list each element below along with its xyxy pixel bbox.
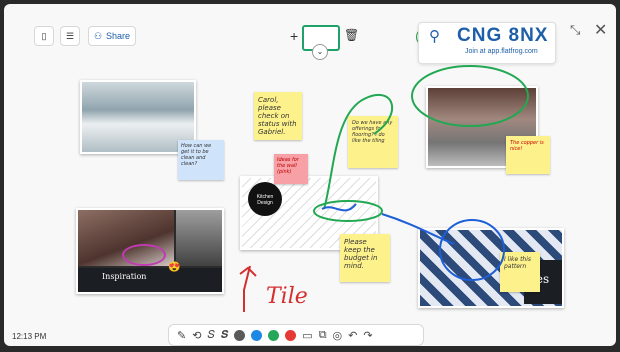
sticky-note-icon[interactable]: ▭ [302,329,312,342]
screen: ▯ ☰ ⚇ Share + 🗑 ⌄ MI ⚲ CNG 8NX Join at a… [0,0,620,352]
pen-toolbar: ✎ ⟲ 𝑆 𝑺 ▭ ⧉ ◎ ↶ ↷ [168,324,424,346]
ink-stroke [381,213,455,245]
ink-stroke [321,203,357,212]
redo-icon[interactable]: ↷ [363,329,372,342]
marker-icon[interactable]: 𝑺 [221,329,229,342]
pen-icon[interactable]: 𝑆 [207,329,214,342]
color-swatch[interactable] [268,329,280,341]
color-swatch[interactable] [285,329,297,341]
pen-select-icon[interactable]: ✎ [177,329,186,342]
ink-stroke [323,93,393,210]
shapes-icon[interactable]: ◎ [333,329,343,342]
ink-circle [313,200,383,222]
ink-arrow [239,265,257,312]
handwritten-tile: Tile [266,284,308,309]
undo-icon[interactable]: ↶ [348,329,357,342]
color-swatch[interactable] [251,329,263,341]
whiteboard-canvas[interactable]: ▯ ☰ ⚇ Share + 🗑 ⌄ MI ⚲ CNG 8NX Join at a… [4,4,616,346]
ink-circle [439,219,505,281]
lasso-icon[interactable]: ⟲ [192,329,201,342]
ink-circle [411,65,529,127]
color-swatch[interactable] [234,329,246,341]
copy-icon[interactable]: ⧉ [319,329,327,342]
clock: 12:13 PM [12,332,47,341]
ink-layer [239,65,529,312]
